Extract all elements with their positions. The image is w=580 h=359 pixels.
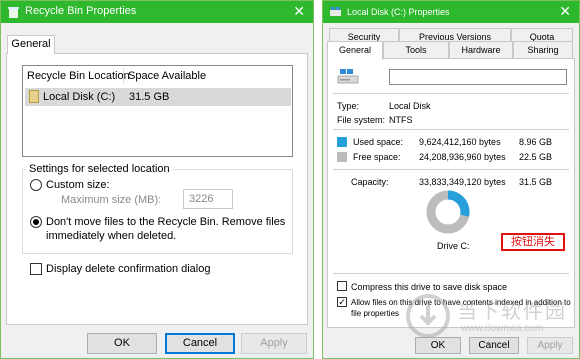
drive-icon [337, 69, 359, 84]
title-bar[interactable]: Local Disk (C:) Properties ✕ [323, 1, 579, 23]
capacity-bytes: 33,833,349,120 bytes [419, 177, 506, 187]
used-space-gb: 8.96 GB [519, 137, 553, 147]
type-value: Local Disk [389, 101, 431, 111]
tab-general[interactable]: General [7, 35, 55, 54]
used-space-bytes: 9,624,412,160 bytes [419, 137, 501, 147]
drive-icon [330, 7, 341, 16]
recycle-bin-icon [8, 7, 19, 18]
dont-move-label-line2[interactable]: immediately when deleted. [46, 230, 176, 242]
disk-usage-donut [426, 190, 470, 234]
max-size-input[interactable]: 3226 [183, 189, 233, 209]
divider [333, 169, 569, 170]
settings-group-label: Settings for selected location [26, 163, 173, 175]
divider [333, 93, 569, 94]
annotation-note: 按钮消失 [501, 233, 565, 251]
window-title: Recycle Bin Properties [25, 5, 137, 17]
used-space-swatch [337, 137, 347, 147]
column-header-space[interactable]: Space Available [128, 70, 206, 82]
free-space-swatch [337, 152, 347, 162]
free-space-label: Free space: [353, 152, 401, 162]
free-space-gb: 22.5 GB [519, 152, 553, 162]
tab-sharing[interactable]: Sharing [513, 41, 573, 58]
watermark-logo-icon [406, 294, 450, 338]
close-icon[interactable]: ✕ [559, 3, 571, 19]
dont-move-radio[interactable] [30, 216, 42, 228]
site-watermark: 当下软件园 www.downxia.com [405, 293, 575, 343]
confirm-dialog-label[interactable]: Display delete confirmation dialog [46, 263, 210, 275]
apply-button[interactable]: Apply [241, 333, 307, 354]
recycle-bin-location-list[interactable]: Recycle Bin Location Space Available Loc… [22, 65, 293, 157]
type-label: Type: [337, 101, 360, 111]
compress-checkbox[interactable] [337, 281, 347, 291]
capacity-label: Capacity: [351, 177, 389, 187]
tab-tools[interactable]: Tools [383, 41, 449, 58]
close-icon[interactable]: ✕ [293, 3, 305, 19]
window-title: Local Disk (C:) Properties [347, 7, 450, 17]
watermark-url: www.downxia.com [461, 323, 544, 334]
list-item[interactable]: Local Disk (C:) 31.5 GB [25, 88, 291, 106]
column-separator [123, 68, 124, 84]
tab-general[interactable]: General [327, 41, 383, 60]
confirm-dialog-checkbox[interactable] [30, 263, 42, 275]
drive-icon [29, 90, 39, 103]
custom-size-radio[interactable] [30, 179, 42, 191]
index-checkbox[interactable]: ✓ [337, 297, 347, 307]
tab-hardware[interactable]: Hardware [449, 41, 513, 58]
capacity-gb: 31.5 GB [519, 177, 553, 187]
ok-button[interactable]: OK [87, 333, 157, 354]
title-bar[interactable]: Recycle Bin Properties ✕ [1, 1, 313, 23]
cancel-button[interactable]: Cancel [165, 333, 235, 354]
file-system-value: NTFS [389, 115, 413, 125]
used-space-label: Used space: [353, 137, 404, 147]
custom-size-label[interactable]: Custom size: [46, 179, 110, 191]
max-size-label: Maximum size (MB): [61, 194, 162, 206]
space-cell: 31.5 GB [129, 91, 170, 103]
drive-name-label: Drive C: [437, 241, 470, 251]
dont-move-label-line1[interactable]: Don't move files to the Recycle Bin. Rem… [46, 216, 285, 228]
location-cell: Local Disk (C:) [43, 91, 116, 103]
index-label-line2[interactable]: file properties [351, 309, 399, 318]
file-system-label: File system: [337, 115, 386, 125]
column-header-location[interactable]: Recycle Bin Location [27, 70, 130, 82]
compress-label[interactable]: Compress this drive to save disk space [351, 282, 507, 292]
recycle-bin-properties-window: Recycle Bin Properties ✕ General Recycle… [0, 0, 314, 359]
divider [333, 273, 569, 274]
watermark-text: 当下软件园 [457, 301, 567, 323]
drive-label-input[interactable] [389, 69, 567, 85]
free-space-bytes: 24,208,936,960 bytes [419, 152, 506, 162]
divider [333, 129, 569, 130]
